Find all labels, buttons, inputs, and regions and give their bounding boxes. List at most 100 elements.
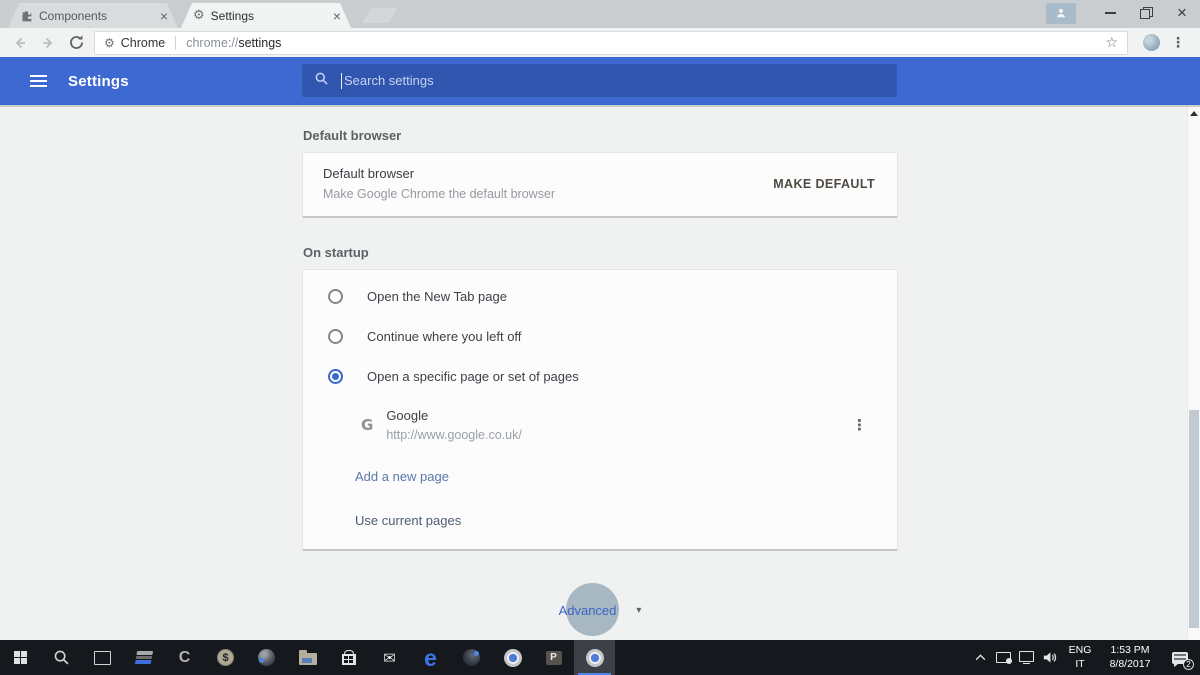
taskbar-app-chrome-grey[interactable] — [492, 640, 533, 675]
scrollbar-up-arrow[interactable] — [1188, 107, 1200, 119]
tab-close-icon[interactable]: × — [156, 9, 172, 23]
tray-display-settings-button[interactable] — [992, 640, 1015, 675]
browser-toolbar: ⚙ Chrome chrome:// settings ☆ ⋮ — [0, 28, 1200, 57]
startup-page-name: Google — [386, 408, 429, 423]
default-browser-card: Default browser Make Google Chrome the d… — [302, 152, 898, 218]
radio-option-continue[interactable]: Continue where you left off — [303, 316, 897, 356]
language-indicator[interactable]: ENG IT — [1063, 644, 1097, 671]
chrome-icon — [585, 648, 604, 667]
restore-icon — [1139, 7, 1153, 19]
taskbar-app-sphere[interactable] — [246, 640, 287, 675]
text-caret — [341, 72, 342, 89]
search-icon — [314, 71, 329, 91]
vertical-scrollbar[interactable] — [1187, 107, 1200, 640]
start-button[interactable] — [0, 640, 41, 675]
dark-browser-icon — [463, 649, 480, 666]
add-new-page-link-row: Add a new page — [303, 454, 897, 498]
taskbar-app-c[interactable]: C — [164, 640, 205, 675]
action-center-button[interactable]: 2 — [1165, 640, 1195, 675]
site-chip-label: Chrome — [120, 35, 166, 50]
url-scheme: chrome:// — [186, 35, 239, 50]
system-tray: ENG IT 1:53 PM 8/8/2017 2 — [969, 640, 1200, 675]
tab-settings[interactable]: ⚙ Settings × — [181, 3, 351, 28]
url-path: settings — [238, 35, 282, 50]
c-app-icon: C — [178, 648, 191, 666]
tray-chevron-button[interactable] — [969, 640, 992, 675]
row-subtitle: Make Google Chrome the default browser — [323, 187, 556, 201]
startup-page-url: http://www.google.co.uk/ — [386, 428, 522, 442]
tab-close-icon[interactable]: × — [329, 9, 345, 23]
taskbar-app-stack[interactable] — [123, 640, 164, 675]
restore-button[interactable] — [1128, 1, 1164, 25]
gear-icon: ⚙ — [104, 35, 115, 50]
radio-icon[interactable] — [328, 328, 343, 344]
language-secondary: IT — [1075, 657, 1085, 670]
radio-option-new-tab[interactable]: Open the New Tab page — [303, 276, 897, 316]
use-current-pages-link[interactable]: Use current pages — [355, 513, 461, 528]
new-tab-button[interactable] — [362, 8, 398, 23]
language-primary: ENG — [1068, 643, 1092, 656]
scrollbar-thumb[interactable] — [1189, 410, 1199, 628]
tab-components[interactable]: Components × — [8, 3, 178, 28]
tray-volume-button[interactable] — [1038, 640, 1061, 675]
add-new-page-link[interactable]: Add a new page — [355, 469, 449, 484]
advanced-button[interactable]: Advanced ▾ — [302, 579, 898, 640]
browser-titlebar: Components × ⚙ Settings × × — [0, 0, 1200, 28]
windows-taskbar: C $ ✉ e P ENG IT 1:53 PM 8/8/2017 2 — [0, 640, 1200, 675]
powerpoint-icon: P — [545, 650, 562, 665]
default-browser-row: Default browser Make Google Chrome the d… — [303, 153, 897, 216]
on-startup-card: Open the New Tab page Continue where you… — [302, 269, 898, 551]
use-current-pages-link-row: Use current pages — [303, 498, 897, 549]
radio-label: Open the New Tab page — [367, 288, 507, 304]
browser-menu-icon[interactable]: ⋮ — [1171, 35, 1185, 51]
minimize-button[interactable] — [1092, 1, 1128, 25]
radio-label: Continue where you left off — [367, 328, 522, 344]
taskbar-app-coin[interactable]: $ — [205, 640, 246, 675]
profile-button[interactable] — [1046, 2, 1076, 24]
page-title: Settings — [68, 72, 129, 90]
taskbar-app-chrome-active[interactable] — [574, 640, 615, 675]
bookmark-star-icon[interactable]: ☆ — [1105, 35, 1118, 51]
settings-search-input[interactable]: Search settings — [302, 64, 897, 97]
extension-icon[interactable] — [1143, 34, 1160, 51]
back-button[interactable] — [7, 31, 33, 55]
gear-icon: ⚙ — [193, 8, 205, 23]
windows-store-button[interactable] — [328, 640, 369, 675]
chrome-icon — [503, 648, 522, 667]
row-overflow-menu-icon[interactable]: ⋮ — [848, 414, 871, 436]
task-view-button[interactable] — [82, 640, 123, 675]
close-icon: × — [1177, 3, 1187, 22]
forward-button[interactable] — [35, 31, 61, 55]
minimize-icon — [1104, 12, 1116, 14]
desktop-screen: Components × ⚙ Settings × × ⚙ Chrome chr… — [0, 0, 1200, 675]
dark-sphere-icon — [258, 649, 275, 666]
file-explorer-button[interactable] — [287, 640, 328, 675]
mail-app-button[interactable]: ✉ — [369, 640, 410, 675]
tray-time: 1:53 PM — [1110, 643, 1150, 656]
close-button[interactable]: × — [1164, 1, 1200, 25]
display-gear-icon — [996, 652, 1012, 664]
settings-content: Default browser Default browser Make Goo… — [0, 107, 1200, 640]
dollar-coin-icon: $ — [217, 649, 234, 666]
chevron-up-icon — [975, 654, 986, 661]
edge-browser-button[interactable]: e — [410, 640, 451, 675]
taskbar-app-browser-dark[interactable] — [451, 640, 492, 675]
make-default-button[interactable]: MAKE DEFAULT — [771, 173, 877, 195]
clock[interactable]: 1:53 PM 8/8/2017 — [1101, 644, 1159, 671]
hamburger-menu-icon[interactable] — [30, 75, 47, 87]
folder-icon — [298, 650, 317, 665]
tray-date: 8/8/2017 — [1109, 657, 1151, 670]
omnibox[interactable]: ⚙ Chrome chrome:// settings ☆ — [94, 30, 1128, 55]
reload-button[interactable] — [63, 31, 89, 55]
speaker-icon — [1043, 652, 1057, 663]
settings-header: Settings Search settings — [0, 57, 1200, 105]
titlebar-controls: × — [1046, 0, 1200, 26]
tray-network-button[interactable] — [1015, 640, 1038, 675]
search-placeholder: Search settings — [344, 73, 434, 88]
settings-column: Default browser Default browser Make Goo… — [302, 107, 898, 640]
radio-icon[interactable] — [328, 288, 343, 304]
powerpoint-button[interactable]: P — [533, 640, 574, 675]
taskbar-search-button[interactable] — [41, 640, 82, 675]
radio-icon-selected[interactable] — [328, 368, 343, 384]
radio-option-specific-pages[interactable]: Open a specific page or set of pages — [303, 356, 897, 396]
